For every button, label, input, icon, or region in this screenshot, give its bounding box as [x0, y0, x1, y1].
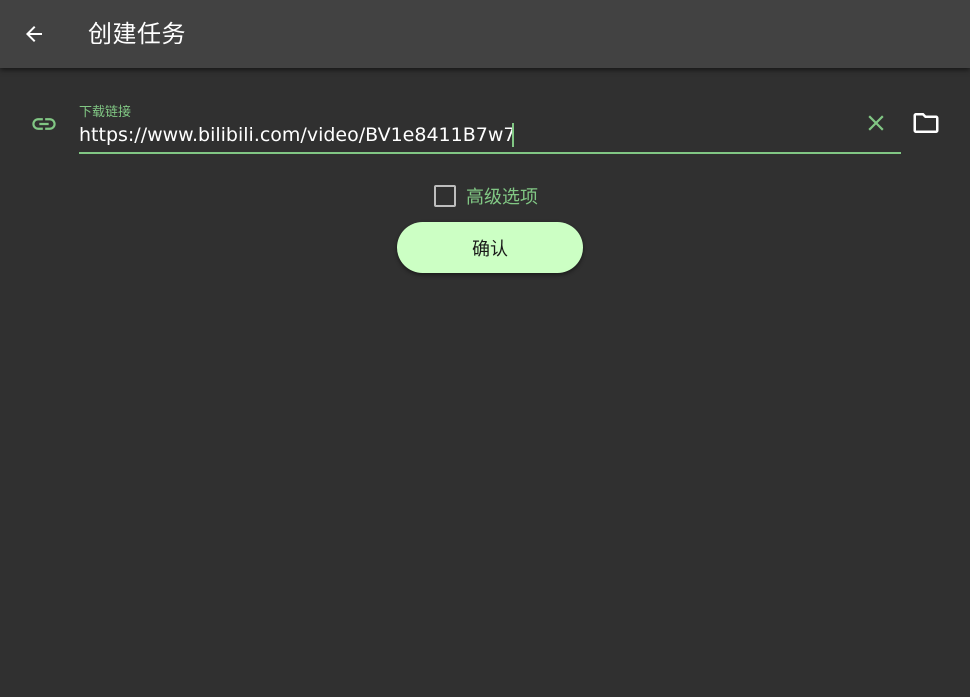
download-url-field[interactable]: 下载链接 — [79, 96, 901, 158]
page-title: 创建任务 — [88, 20, 186, 48]
folder-icon — [913, 113, 939, 133]
create-task-screen: 创建任务 下载链接 高级选项 确认 — [0, 0, 970, 697]
folder-button[interactable] — [908, 108, 944, 138]
field-underline — [79, 152, 901, 154]
advanced-options-label: 高级选项 — [466, 187, 538, 208]
text-caret — [512, 123, 514, 147]
download-url-input[interactable] — [79, 120, 849, 150]
clear-button[interactable] — [858, 108, 894, 138]
arrow-back-icon — [26, 26, 42, 42]
app-bar: 创建任务 — [0, 0, 970, 68]
advanced-options-toggle[interactable]: 高级选项 — [434, 184, 538, 208]
link-icon — [30, 110, 58, 138]
download-url-label: 下载链接 — [79, 105, 132, 120]
url-row: 下载链接 — [0, 96, 970, 166]
close-icon — [868, 115, 884, 131]
confirm-button[interactable]: 确认 — [397, 222, 583, 273]
advanced-options-checkbox[interactable] — [434, 185, 456, 207]
back-button[interactable] — [16, 16, 52, 52]
